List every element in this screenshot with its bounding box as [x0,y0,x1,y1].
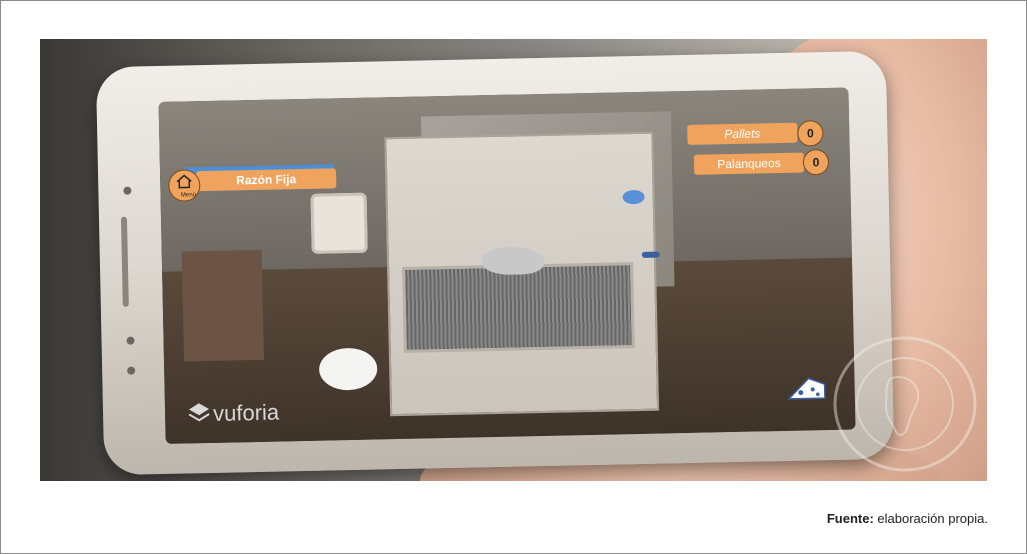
vuforia-logo-icon [188,403,210,422]
grid-floor [402,262,635,353]
palanqueos-label: Palanqueos [693,152,805,175]
vuforia-brand: vuforia [212,399,280,426]
mug-object [310,192,368,254]
figure-caption: Fuente: elaboración propia. [827,511,988,526]
mode-label: Razón Fija [196,168,337,192]
caption-source-label: Fuente: [826,511,874,526]
caption-source-text: elaboración propia. [873,511,988,526]
pallets-label: Pallets [687,122,798,145]
photo: Razón Fija Menú Pallets 0 Palanqueos 0 v… [40,39,987,481]
cheese-icon[interactable] [786,376,827,403]
phone-device: Razón Fija Menú Pallets 0 Palanqueos 0 v… [95,50,895,476]
phone-speaker-slot [120,216,129,307]
menu-button[interactable]: Menú [167,169,201,202]
ar-screen: Razón Fija Menú Pallets 0 Palanqueos 0 v… [158,87,856,444]
rat-model [481,245,545,276]
unam-seal-icon [833,336,977,472]
feeder [641,251,660,258]
phone-sensor [123,186,132,195]
menu-label: Menú [180,192,197,199]
phone-button [126,336,135,345]
phone-button [127,366,136,375]
home-icon [176,174,192,189]
stand-object [181,249,264,362]
